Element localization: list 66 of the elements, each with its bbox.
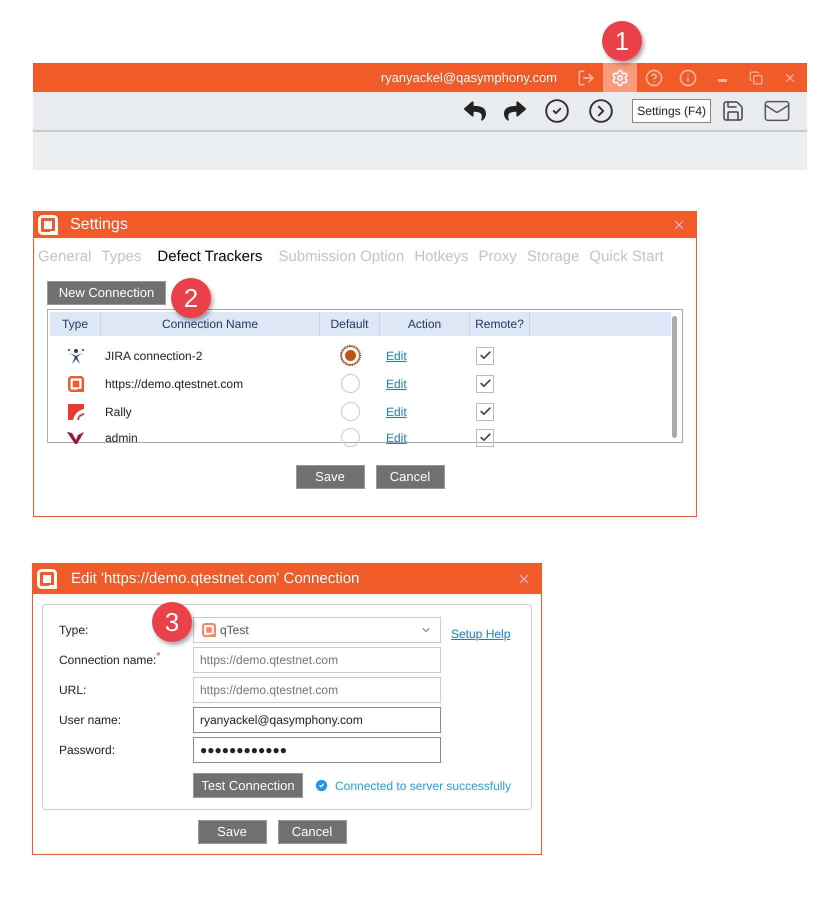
user-email: ryanyackel@qasymphony.com bbox=[380, 68, 557, 87]
save-button[interactable]: Save bbox=[198, 820, 266, 844]
column-header: Action bbox=[380, 312, 470, 336]
step-badge: 2 bbox=[171, 278, 211, 318]
edit-link[interactable]: Edit bbox=[386, 404, 407, 419]
test-connection-button[interactable]: Test Connection bbox=[193, 773, 303, 798]
status-message: Connected to server successfully bbox=[335, 778, 512, 794]
field-label: Type: bbox=[59, 622, 88, 639]
default-radio[interactable] bbox=[340, 402, 360, 422]
default-radio[interactable] bbox=[340, 374, 360, 394]
remote-checkbox[interactable] bbox=[476, 374, 494, 393]
text-field[interactable]: ryanyackel@qasymphony.com bbox=[193, 707, 441, 733]
edit-link[interactable]: Edit bbox=[386, 348, 407, 363]
dialog-title: Edit 'https://demo.qtestnet.com' Connection bbox=[71, 568, 360, 589]
settings-icon bbox=[611, 68, 629, 86]
rally-icon bbox=[66, 402, 84, 421]
undo-icon[interactable] bbox=[464, 100, 486, 122]
default-radio[interactable] bbox=[340, 428, 360, 448]
save-button[interactable]: Save bbox=[296, 464, 364, 489]
v-logo-icon bbox=[66, 430, 84, 445]
next-icon[interactable] bbox=[588, 98, 614, 124]
cancel-button[interactable]: Cancel bbox=[376, 464, 444, 489]
field-label: Connection name:$^{*}$ bbox=[59, 651, 160, 669]
app-logo-icon bbox=[37, 569, 57, 589]
restore-icon bbox=[749, 70, 763, 84]
text-field[interactable]: ●●●●●●●●●●●● bbox=[193, 737, 441, 763]
step-badge: 1 bbox=[602, 21, 642, 61]
redo-icon[interactable] bbox=[504, 100, 526, 122]
field-label: User name: bbox=[59, 712, 122, 729]
connection-name: JIRA connection-2 bbox=[104, 348, 204, 365]
logout-icon bbox=[577, 68, 595, 86]
remote-checkbox[interactable] bbox=[476, 346, 494, 365]
success-icon bbox=[314, 778, 329, 793]
cancel-button[interactable]: Cancel bbox=[278, 820, 346, 844]
minimize-icon bbox=[718, 79, 726, 82]
close-icon[interactable] bbox=[517, 572, 531, 586]
field-label: URL: bbox=[59, 682, 86, 699]
save-icon[interactable] bbox=[721, 99, 745, 123]
connection-name: admin bbox=[104, 430, 139, 447]
dialog-title: Settings bbox=[70, 215, 128, 235]
connection-name: https://demo.qtestnet.com bbox=[104, 376, 244, 393]
column-header: Default bbox=[320, 312, 380, 336]
default-radio[interactable] bbox=[340, 346, 360, 366]
type-dropdown[interactable]: qTest bbox=[193, 617, 441, 643]
help-icon bbox=[645, 68, 663, 86]
close-icon[interactable] bbox=[672, 218, 686, 232]
settings-button[interactable] bbox=[603, 63, 637, 92]
remote-checkbox[interactable] bbox=[476, 428, 494, 447]
setup-help-link[interactable]: Setup Help bbox=[451, 625, 510, 643]
check-circle-icon[interactable] bbox=[544, 98, 570, 124]
connection-name: Rally bbox=[104, 404, 133, 421]
tooltip: Settings (F4) bbox=[632, 99, 711, 123]
edit-link[interactable]: Edit bbox=[386, 376, 407, 391]
figure-icon bbox=[66, 346, 84, 365]
tab[interactable]: Defect Trackers bbox=[157, 246, 262, 268]
step-badge: 3 bbox=[152, 602, 192, 642]
column-header: Remote? bbox=[470, 312, 530, 336]
app-logo-icon bbox=[68, 376, 84, 392]
field-label: Password: bbox=[59, 742, 116, 759]
info-icon bbox=[679, 68, 697, 86]
app-logo-icon bbox=[202, 623, 216, 637]
app-logo-icon bbox=[38, 215, 58, 235]
column-header: Type bbox=[50, 312, 101, 336]
edit-link[interactable]: Edit bbox=[386, 430, 407, 445]
remote-checkbox[interactable] bbox=[476, 402, 494, 421]
new-connection-button[interactable]: New Connection bbox=[47, 280, 166, 304]
